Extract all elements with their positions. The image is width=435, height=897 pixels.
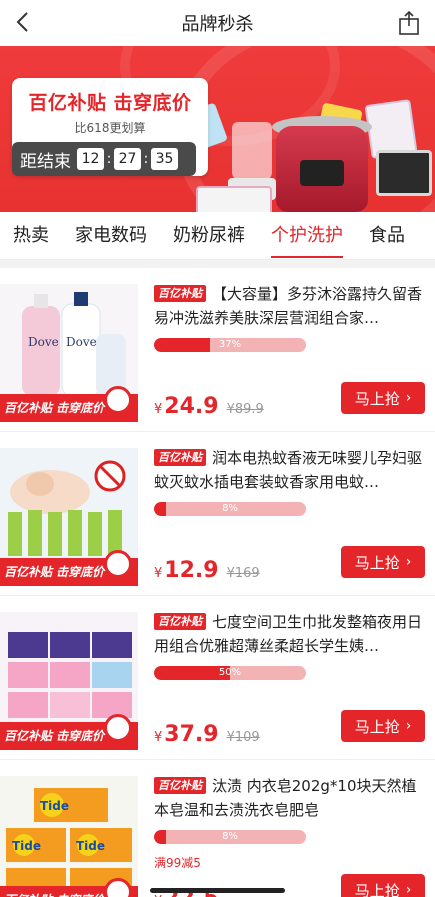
- product-info: 百亿补贴 七度空间卫生巾批发整箱夜用日用组合优雅超薄丝柔超长学生姨… 50% ¥ …: [154, 610, 424, 747]
- subsidy-badge: 百亿补贴: [154, 613, 206, 630]
- svg-text:Tide: Tide: [76, 839, 105, 853]
- diapers-pack-image: [196, 186, 272, 212]
- price-row: ¥ 24.9 ¥89.9: [154, 394, 264, 419]
- countdown-seconds: 35: [151, 148, 178, 170]
- section-divider: [0, 260, 435, 268]
- product-item[interactable]: 百亿补贴 击穿底价 百亿补贴 润本电热蚊香液无味婴儿孕妇驱蚊灭蚊水插电套装蚊香家用…: [0, 432, 435, 596]
- promo-subtitle: 比618更划算: [74, 121, 146, 135]
- tab-personal-care[interactable]: 个护洗护: [258, 212, 356, 259]
- alarm-clock-icon: [104, 386, 132, 414]
- chevron-right-icon: ›: [405, 390, 412, 406]
- original-price: ¥169: [226, 566, 260, 581]
- currency-symbol: ¥: [154, 402, 163, 417]
- subsidy-badge: 百亿补贴: [154, 285, 206, 302]
- sale-price: 12.9: [164, 558, 219, 583]
- countdown-separator: :: [106, 151, 112, 167]
- buy-now-button[interactable]: 马上抢 ›: [341, 874, 425, 897]
- product-name[interactable]: 百亿补贴 润本电热蚊香液无味婴儿孕妇驱蚊灭蚊水插电套装蚊香家用电蚊…: [154, 446, 424, 494]
- sold-progress-bar: 8%: [154, 830, 306, 844]
- product-item[interactable]: Tide Tide Tide 百亿补贴 击穿底价 百亿补贴汰渍 内衣皂202g*…: [0, 760, 435, 897]
- chevron-left-icon[interactable]: [12, 10, 36, 34]
- home-indicator: [150, 888, 285, 893]
- product-info: 百亿补贴 【大容量】多芬沐浴露持久留香易冲洗滋养美肤深层营润组合家… 37% ¥ …: [154, 282, 424, 419]
- buy-button-label: 马上抢: [354, 553, 400, 572]
- coupon-text: 满99减5: [154, 856, 201, 870]
- buy-button-label: 马上抢: [354, 881, 400, 897]
- microwave-image: [376, 150, 432, 196]
- progress-label: 50%: [218, 667, 242, 678]
- svg-text:Dove: Dove: [28, 335, 59, 349]
- subsidy-badge: 百亿补贴: [154, 777, 206, 794]
- tab-baby[interactable]: 奶粉尿裤: [160, 212, 258, 259]
- svg-text:Tide: Tide: [40, 799, 69, 813]
- sale-price: 24.9: [164, 394, 219, 419]
- sold-progress-bar: 50%: [154, 666, 306, 680]
- currency-symbol: ¥: [154, 566, 163, 581]
- buy-button-label: 马上抢: [354, 717, 400, 736]
- buy-now-button[interactable]: 马上抢 ›: [341, 710, 425, 742]
- countdown-timer: 距结束 12 : 27 : 35: [12, 142, 196, 176]
- product-name[interactable]: 百亿补贴 汰渍 内衣皂202g*10块天然植本皂温和去渍洗衣皂肥皂: [154, 774, 424, 822]
- price-row: ¥ 12.9 ¥169: [154, 558, 260, 583]
- promo-banner[interactable]: 百亿补贴 击穿底价 比618更划算 距结束 12 : 27 : 35: [0, 46, 435, 212]
- countdown-separator: :: [143, 151, 149, 167]
- product-image[interactable]: 百亿补贴 击穿底价: [0, 448, 138, 586]
- svg-text:Tide: Tide: [12, 839, 41, 853]
- original-price: ¥89.9: [226, 402, 264, 417]
- pressure-cooker-panel-image: [300, 160, 344, 186]
- countdown-minutes: 27: [114, 148, 141, 170]
- currency-symbol: ¥: [154, 730, 163, 745]
- chevron-right-icon: ›: [405, 718, 412, 734]
- promo-headline: 百亿补贴 击穿底价: [28, 92, 192, 114]
- alarm-clock-icon: [104, 714, 132, 742]
- buy-now-button[interactable]: 马上抢 ›: [341, 546, 425, 578]
- product-image[interactable]: 百亿补贴 击穿底价: [0, 612, 138, 750]
- tab-hot[interactable]: 热卖: [0, 212, 62, 259]
- category-tabs: 热卖 家电数码 奶粉尿裤 个护洗护 食品: [0, 212, 435, 260]
- blender-image: [232, 122, 272, 182]
- chevron-right-icon: ›: [405, 554, 412, 570]
- product-image[interactable]: Dove Dove 百亿补贴 击穿底价: [0, 284, 138, 422]
- product-item[interactable]: 百亿补贴 击穿底价 百亿补贴 七度空间卫生巾批发整箱夜用日用组合优雅超薄丝柔超长学…: [0, 596, 435, 760]
- progress-label: 8%: [222, 831, 238, 842]
- product-name[interactable]: 百亿补贴 七度空间卫生巾批发整箱夜用日用组合优雅超薄丝柔超长学生姨…: [154, 610, 424, 658]
- product-image[interactable]: Tide Tide Tide 百亿补贴 击穿底价: [0, 776, 138, 897]
- tab-appliances[interactable]: 家电数码: [62, 212, 160, 259]
- tab-food[interactable]: 食品: [356, 212, 418, 259]
- original-price: ¥109: [226, 730, 260, 745]
- sale-price: 37.9: [164, 722, 219, 747]
- chevron-right-icon: ›: [405, 882, 412, 897]
- product-info: 百亿补贴 润本电热蚊香液无味婴儿孕妇驱蚊灭蚊水插电套装蚊香家用电蚊… 8% ¥ 1…: [154, 446, 424, 583]
- alarm-clock-icon: [104, 550, 132, 578]
- nav-header: 品牌秒杀: [0, 0, 435, 46]
- svg-text:Dove: Dove: [66, 335, 97, 349]
- price-row: ¥ 37.9 ¥109: [154, 722, 260, 747]
- sold-progress-bar: 8%: [154, 502, 306, 516]
- sold-progress-bar: 37%: [154, 338, 306, 352]
- progress-label: 8%: [222, 503, 238, 514]
- share-icon[interactable]: [397, 10, 421, 36]
- countdown-label: 距结束: [20, 151, 71, 172]
- product-info: 百亿补贴 汰渍 内衣皂202g*10块天然植本皂温和去渍洗衣皂肥皂 8% 满99减…: [154, 774, 424, 897]
- countdown-hours: 12: [77, 148, 104, 170]
- product-name[interactable]: 百亿补贴 【大容量】多芬沐浴露持久留香易冲洗滋养美肤深层营润组合家…: [154, 282, 424, 330]
- product-item[interactable]: Dove Dove 百亿补贴 击穿底价 百亿补贴 【大容量】多芬沐浴露持久留香易冲…: [0, 268, 435, 432]
- buy-now-button[interactable]: 马上抢 ›: [341, 382, 425, 414]
- buy-button-label: 马上抢: [354, 389, 400, 408]
- page-title: 品牌秒杀: [181, 14, 254, 35]
- subsidy-badge: 百亿补贴: [154, 449, 206, 466]
- progress-label: 37%: [218, 339, 242, 350]
